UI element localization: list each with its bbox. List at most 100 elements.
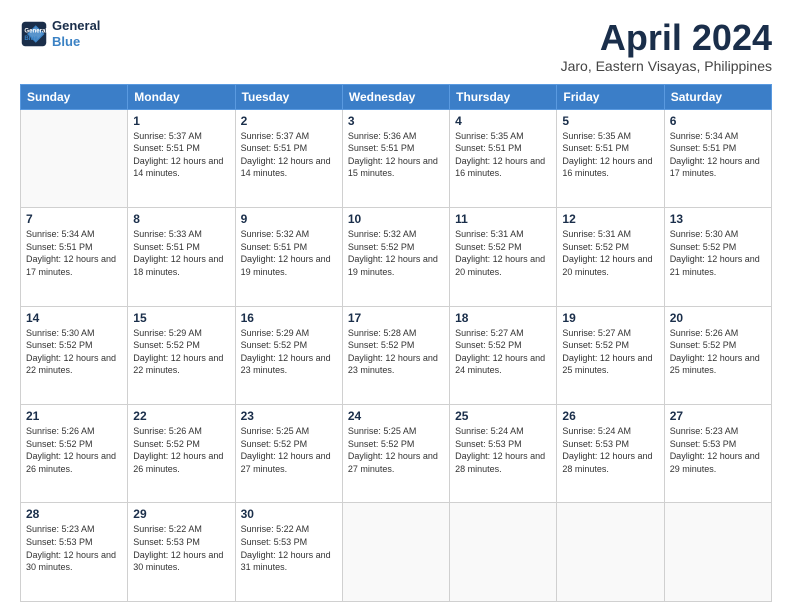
day-number: 15	[133, 311, 229, 325]
day-number: 26	[562, 409, 658, 423]
calendar-cell: 16 Sunrise: 5:29 AMSunset: 5:52 PMDayligh…	[235, 306, 342, 404]
day-info: Sunrise: 5:32 AMSunset: 5:51 PMDaylight:…	[241, 228, 337, 278]
col-header-wednesday: Wednesday	[342, 84, 449, 109]
day-number: 11	[455, 212, 551, 226]
calendar-cell: 8 Sunrise: 5:33 AMSunset: 5:51 PMDaylight…	[128, 208, 235, 306]
col-header-saturday: Saturday	[664, 84, 771, 109]
day-number: 18	[455, 311, 551, 325]
day-number: 23	[241, 409, 337, 423]
day-number: 8	[133, 212, 229, 226]
day-info: Sunrise: 5:31 AMSunset: 5:52 PMDaylight:…	[455, 228, 551, 278]
week-row-5: 28 Sunrise: 5:23 AMSunset: 5:53 PMDayligh…	[21, 503, 772, 602]
day-info: Sunrise: 5:26 AMSunset: 5:52 PMDaylight:…	[26, 425, 122, 475]
day-number: 12	[562, 212, 658, 226]
calendar-cell: 13Sunrise: 5:30 AMSunset: 5:52 PMDayligh…	[664, 208, 771, 306]
day-number: 2	[241, 114, 337, 128]
day-number: 21	[26, 409, 122, 423]
logo: General Blue General Blue	[20, 18, 100, 49]
col-header-tuesday: Tuesday	[235, 84, 342, 109]
day-number: 14	[26, 311, 122, 325]
day-number: 30	[241, 507, 337, 521]
day-info: Sunrise: 5:37 AMSunset: 5:51 PMDaylight:…	[133, 130, 229, 180]
calendar-cell: 7 Sunrise: 5:34 AMSunset: 5:51 PMDaylight…	[21, 208, 128, 306]
day-info: Sunrise: 5:29 AMSunset: 5:52 PMDaylight:…	[241, 327, 337, 377]
calendar-cell	[21, 109, 128, 207]
svg-text:Blue: Blue	[24, 35, 38, 42]
day-info: Sunrise: 5:22 AMSunset: 5:53 PMDaylight:…	[133, 523, 229, 573]
day-info: Sunrise: 5:27 AMSunset: 5:52 PMDaylight:…	[562, 327, 658, 377]
week-row-4: 21 Sunrise: 5:26 AMSunset: 5:52 PMDayligh…	[21, 405, 772, 503]
calendar-cell: 27Sunrise: 5:23 AMSunset: 5:53 PMDayligh…	[664, 405, 771, 503]
day-info: Sunrise: 5:30 AMSunset: 5:52 PMDaylight:…	[26, 327, 122, 377]
week-row-3: 14 Sunrise: 5:30 AMSunset: 5:52 PMDayligh…	[21, 306, 772, 404]
day-info: Sunrise: 5:32 AMSunset: 5:52 PMDaylight:…	[348, 228, 444, 278]
day-info: Sunrise: 5:22 AMSunset: 5:53 PMDaylight:…	[241, 523, 337, 573]
calendar-cell: 19Sunrise: 5:27 AMSunset: 5:52 PMDayligh…	[557, 306, 664, 404]
page: General Blue General Blue April 2024 Jar…	[0, 0, 792, 612]
day-info: Sunrise: 5:23 AMSunset: 5:53 PMDaylight:…	[670, 425, 766, 475]
col-header-thursday: Thursday	[450, 84, 557, 109]
day-info: Sunrise: 5:34 AMSunset: 5:51 PMDaylight:…	[26, 228, 122, 278]
calendar-cell: 15 Sunrise: 5:29 AMSunset: 5:52 PMDayligh…	[128, 306, 235, 404]
day-number: 28	[26, 507, 122, 521]
day-info: Sunrise: 5:27 AMSunset: 5:52 PMDaylight:…	[455, 327, 551, 377]
day-number: 16	[241, 311, 337, 325]
calendar-cell: 2 Sunrise: 5:37 AMSunset: 5:51 PMDaylight…	[235, 109, 342, 207]
calendar-cell: 29 Sunrise: 5:22 AMSunset: 5:53 PMDayligh…	[128, 503, 235, 602]
svg-text:General: General	[24, 27, 47, 34]
col-header-sunday: Sunday	[21, 84, 128, 109]
calendar-cell: 9 Sunrise: 5:32 AMSunset: 5:51 PMDaylight…	[235, 208, 342, 306]
calendar-cell	[557, 503, 664, 602]
day-number: 7	[26, 212, 122, 226]
day-number: 5	[562, 114, 658, 128]
month-title: April 2024	[561, 18, 772, 58]
day-info: Sunrise: 5:23 AMSunset: 5:53 PMDaylight:…	[26, 523, 122, 573]
col-header-friday: Friday	[557, 84, 664, 109]
day-number: 10	[348, 212, 444, 226]
calendar-cell: 12 Sunrise: 5:31 AMSunset: 5:52 PMDayligh…	[557, 208, 664, 306]
calendar-cell: 26 Sunrise: 5:24 AMSunset: 5:53 PMDayligh…	[557, 405, 664, 503]
logo-text-general: General	[52, 18, 100, 34]
day-number: 24	[348, 409, 444, 423]
day-info: Sunrise: 5:25 AMSunset: 5:52 PMDaylight:…	[348, 425, 444, 475]
day-info: Sunrise: 5:36 AMSunset: 5:51 PMDaylight:…	[348, 130, 444, 180]
day-number: 29	[133, 507, 229, 521]
day-info: Sunrise: 5:29 AMSunset: 5:52 PMDaylight:…	[133, 327, 229, 377]
day-number: 25	[455, 409, 551, 423]
calendar-cell: 28 Sunrise: 5:23 AMSunset: 5:53 PMDayligh…	[21, 503, 128, 602]
day-info: Sunrise: 5:24 AMSunset: 5:53 PMDaylight:…	[455, 425, 551, 475]
calendar-cell: 18 Sunrise: 5:27 AMSunset: 5:52 PMDayligh…	[450, 306, 557, 404]
day-number: 9	[241, 212, 337, 226]
day-info: Sunrise: 5:26 AMSunset: 5:52 PMDaylight:…	[133, 425, 229, 475]
calendar-cell: 11 Sunrise: 5:31 AMSunset: 5:52 PMDayligh…	[450, 208, 557, 306]
calendar-cell: 20Sunrise: 5:26 AMSunset: 5:52 PMDayligh…	[664, 306, 771, 404]
day-info: Sunrise: 5:34 AMSunset: 5:51 PMDaylight:…	[670, 130, 766, 180]
day-number: 17	[348, 311, 444, 325]
week-row-2: 7 Sunrise: 5:34 AMSunset: 5:51 PMDaylight…	[21, 208, 772, 306]
calendar-cell: 3Sunrise: 5:36 AMSunset: 5:51 PMDaylight…	[342, 109, 449, 207]
day-info: Sunrise: 5:35 AMSunset: 5:51 PMDaylight:…	[562, 130, 658, 180]
logo-text-blue: Blue	[52, 34, 100, 50]
title-block: April 2024 Jaro, Eastern Visayas, Philip…	[561, 18, 772, 74]
calendar-cell: 5 Sunrise: 5:35 AMSunset: 5:51 PMDaylight…	[557, 109, 664, 207]
day-number: 4	[455, 114, 551, 128]
day-info: Sunrise: 5:28 AMSunset: 5:52 PMDaylight:…	[348, 327, 444, 377]
calendar-cell: 21 Sunrise: 5:26 AMSunset: 5:52 PMDayligh…	[21, 405, 128, 503]
calendar-cell: 22Sunrise: 5:26 AMSunset: 5:52 PMDayligh…	[128, 405, 235, 503]
calendar-cell: 14 Sunrise: 5:30 AMSunset: 5:52 PMDayligh…	[21, 306, 128, 404]
header: General Blue General Blue April 2024 Jar…	[20, 18, 772, 74]
day-info: Sunrise: 5:35 AMSunset: 5:51 PMDaylight:…	[455, 130, 551, 180]
day-number: 6	[670, 114, 766, 128]
calendar-cell	[450, 503, 557, 602]
calendar-cell: 23 Sunrise: 5:25 AMSunset: 5:52 PMDayligh…	[235, 405, 342, 503]
calendar-cell: 30 Sunrise: 5:22 AMSunset: 5:53 PMDayligh…	[235, 503, 342, 602]
calendar-table: SundayMondayTuesdayWednesdayThursdayFrid…	[20, 84, 772, 602]
day-info: Sunrise: 5:31 AMSunset: 5:52 PMDaylight:…	[562, 228, 658, 278]
calendar-cell	[342, 503, 449, 602]
day-info: Sunrise: 5:24 AMSunset: 5:53 PMDaylight:…	[562, 425, 658, 475]
day-info: Sunrise: 5:33 AMSunset: 5:51 PMDaylight:…	[133, 228, 229, 278]
day-info: Sunrise: 5:25 AMSunset: 5:52 PMDaylight:…	[241, 425, 337, 475]
day-info: Sunrise: 5:37 AMSunset: 5:51 PMDaylight:…	[241, 130, 337, 180]
calendar-cell: 10 Sunrise: 5:32 AMSunset: 5:52 PMDayligh…	[342, 208, 449, 306]
calendar-cell: 4 Sunrise: 5:35 AMSunset: 5:51 PMDaylight…	[450, 109, 557, 207]
